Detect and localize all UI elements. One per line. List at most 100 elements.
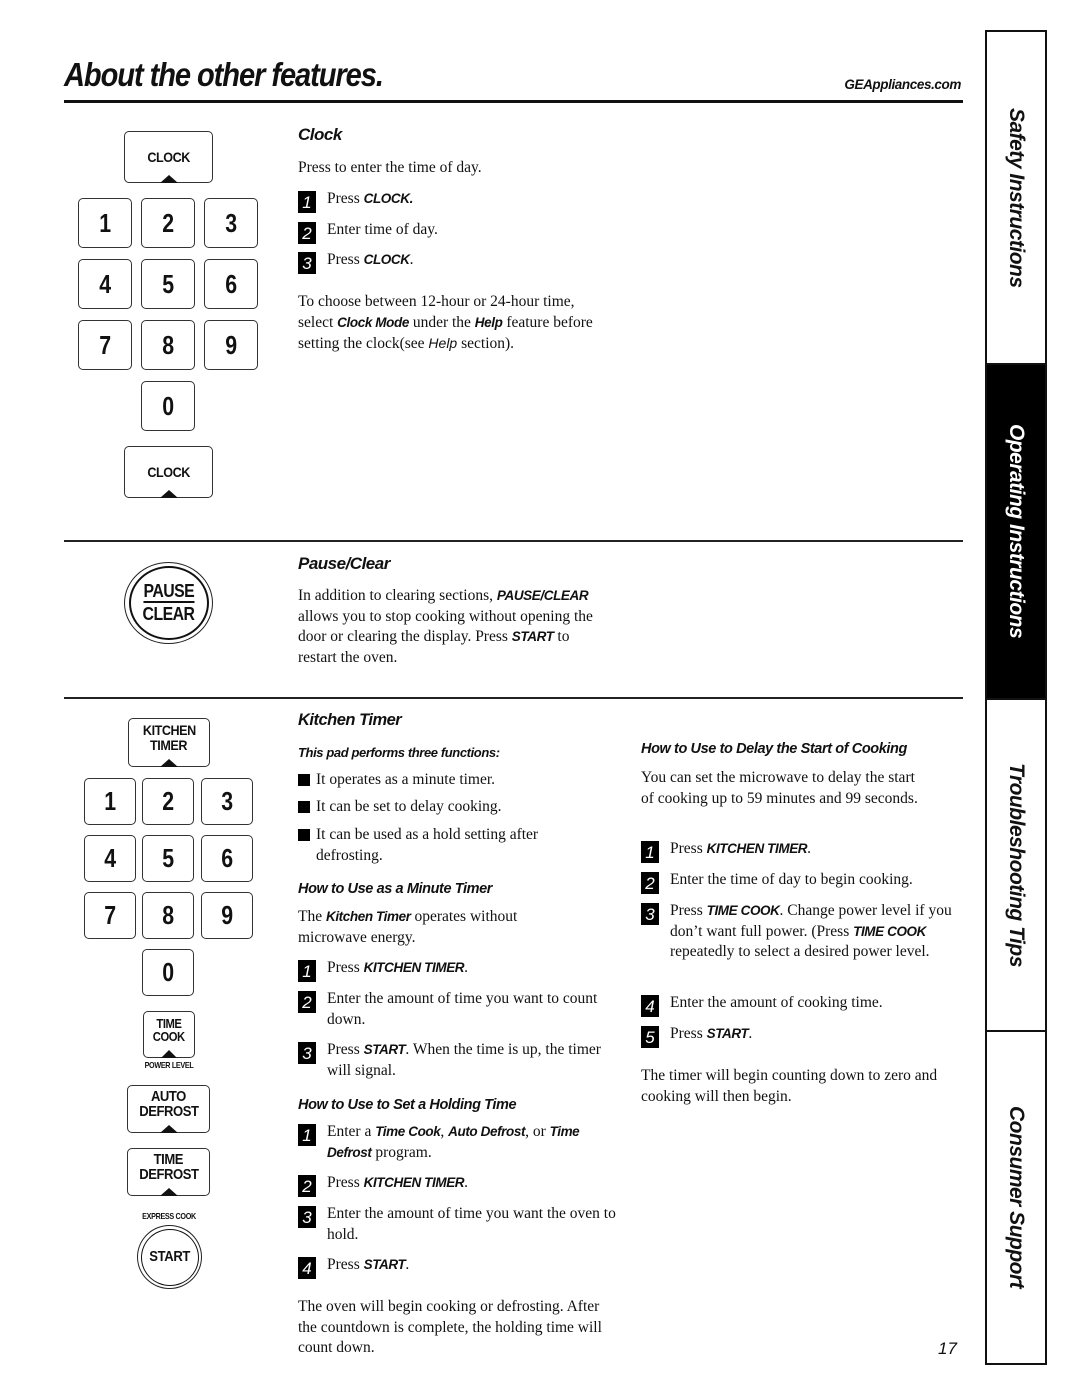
digit-key-9[interactable]: 9 [201,892,253,939]
digit-key-8[interactable]: 8 [141,320,195,370]
digit-key-3[interactable]: 3 [201,778,253,825]
digit-key-5[interactable]: 5 [142,835,194,882]
delay-start-intro: You can set the microwave to delay the s… [641,769,918,807]
step-text: , or [525,1123,550,1140]
note-text: section). [457,335,515,352]
clock-heading: Clock [298,125,342,144]
auto-defrost-key[interactable]: AUTO DEFROST [127,1085,210,1133]
step-key-name: KITCHEN TIMER [706,841,808,856]
digit-key-1[interactable]: 1 [84,778,136,825]
digit-key-7[interactable]: 7 [78,320,132,370]
kitchen-timer-key[interactable]: KITCHEN TIMER [128,718,210,767]
note-text: under the [408,313,475,331]
digit-key-4[interactable]: 4 [84,835,136,882]
digit-label: 3 [221,786,233,816]
digit-label: 0 [162,390,174,421]
delay-start-step-2: 2 Enter the time of day to begin cooking… [641,870,1000,894]
indicator-triangle-icon [160,759,178,767]
kitchen-timer-heading: Kitchen Timer [298,711,402,729]
step-text: . [464,959,469,976]
digit-key-2[interactable]: 2 [142,778,194,825]
step-key-name: CLOCK. [363,191,414,206]
description-bold: PAUSE/CLEAR [496,588,589,603]
minute-timer-step-2: 2 Enter the amount of time you want to c… [298,989,627,1030]
digit-label: 8 [162,329,174,360]
digit-key-3[interactable]: 3 [204,198,258,248]
clock-key[interactable]: CLOCK [124,446,213,498]
digit-key-6[interactable]: 6 [204,259,258,309]
digit-label: 2 [162,207,174,238]
start-label: START [149,1249,190,1265]
digit-key-8[interactable]: 8 [142,892,194,939]
delay-start-heading: How to Use to Delay the Start of Cooking [641,741,907,757]
site-url[interactable]: GEAppliances.com [844,77,961,92]
digit-key-5[interactable]: 5 [141,259,195,309]
digit-key-0[interactable]: 0 [142,949,194,996]
start-button[interactable]: START [137,1225,202,1289]
delay-start-step-4: 4 Enter the amount of cooking time. [641,993,1000,1017]
step-key-name: START [363,1257,406,1272]
step-key-name: Time Cook [375,1124,441,1139]
step-text: . [405,1256,410,1273]
pause-clear-button[interactable]: PAUSE CLEAR [124,562,213,644]
step-text: . [807,840,812,857]
delay-start-step-5: 5 Press START. [641,1024,1000,1048]
clock-key[interactable]: CLOCK [124,131,213,183]
minute-timer-step-3: 3 Press START. When the time is up, the … [298,1040,617,1081]
clock-intro: Press to enter the time of day. [298,159,482,176]
digit-label: 0 [162,957,174,987]
digit-label: 5 [162,268,174,299]
digit-key-1[interactable]: 1 [78,198,132,248]
step-text: . [464,1174,469,1191]
side-tab-consumer-support[interactable]: Consumer Support [987,1032,1045,1363]
function-item: It can be set to delay cooking. [298,797,616,818]
side-tab-operating-instructions[interactable]: Operating Instructions [987,365,1045,700]
bullet-square-icon [298,774,310,786]
step-key-name: START [706,1026,749,1041]
note-italic: Help [428,335,458,351]
function-text: It can be used as a hold setting after d… [316,826,539,864]
side-tab-label: Safety Instructions [1005,107,1028,288]
digit-key-4[interactable]: 4 [78,259,132,309]
time-defrost-key[interactable]: TIME DEFROST [127,1148,210,1196]
digit-key-0[interactable]: 0 [141,381,195,431]
holding-time-heading: How to Use to Set a Holding Time [298,1097,517,1113]
digit-key-6[interactable]: 6 [201,835,253,882]
key-label: DEFROST [138,1167,199,1183]
step-number-badge: 2 [641,872,659,894]
key-label: DEFROST [138,1104,199,1120]
step-key-name: TIME COOK [706,903,780,918]
step-text: Press [327,190,364,207]
step-text: Enter the amount of time you want the ov… [327,1205,616,1243]
pause-clear-inner: PAUSE CLEAR [128,566,209,640]
holding-time-outro: The oven will begin cooking or defrostin… [298,1298,602,1356]
step-text: Enter the time of day to begin cooking. [670,871,913,888]
side-tab-label: Troubleshooting Tips [1005,763,1028,967]
side-tab-safety-instructions[interactable]: Safety Instructions [987,32,1045,365]
delay-start-outro: The timer will begin counting down to ze… [641,1067,938,1105]
side-tab-label: Operating Instructions [1005,424,1028,639]
minute-timer-heading: How to Use as a Minute Timer [298,881,492,897]
digit-label: 5 [162,843,174,873]
side-tab-troubleshooting-tips[interactable]: Troubleshooting Tips [987,700,1045,1032]
step-number-badge: 2 [298,1175,316,1197]
step-number-badge: 3 [298,252,316,274]
step-key-name: Auto Defrost [448,1124,526,1139]
digit-key-7[interactable]: 7 [84,892,136,939]
holding-time-step-1: 1 Enter a Time Cook, Auto Defrost, or Ti… [298,1122,597,1163]
clock-step-2: 2 Enter time of day. [298,220,627,244]
step-number-badge: 1 [298,1124,316,1146]
step-number-badge: 3 [298,1206,316,1228]
step-number-badge: 4 [298,1257,316,1279]
step-number-badge: 3 [641,903,659,925]
step-text: Enter time of day. [327,221,438,238]
digit-key-2[interactable]: 2 [141,198,195,248]
section-divider [64,540,963,542]
digit-label: 2 [162,786,174,816]
digit-key-9[interactable]: 9 [204,320,258,370]
time-cook-key[interactable]: TIME COOK [143,1011,195,1058]
description-text: In addition to clearing sections, [298,587,497,604]
step-number-badge: 5 [641,1026,659,1048]
digit-label: 1 [99,207,111,238]
note-bold: Clock Mode [337,314,409,330]
